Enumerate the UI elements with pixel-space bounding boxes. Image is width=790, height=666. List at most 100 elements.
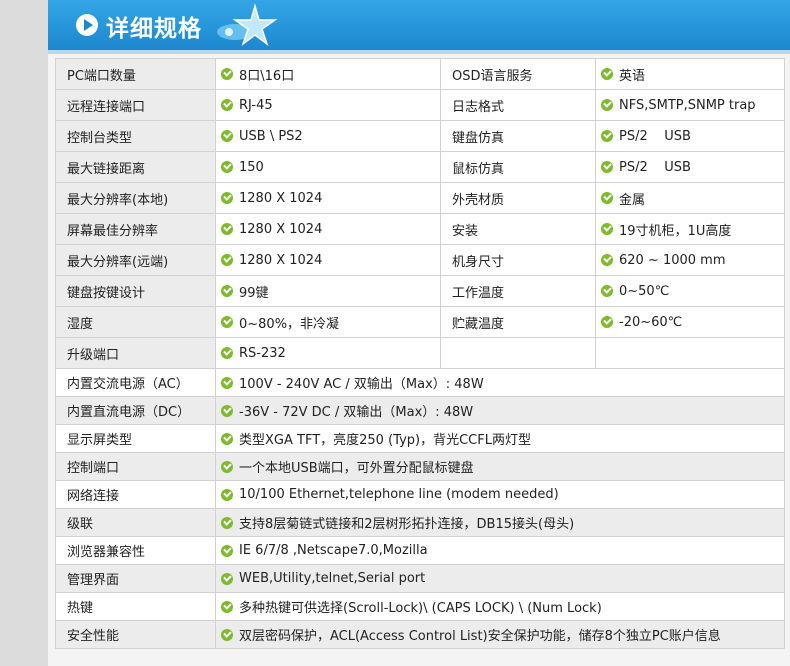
- column-divider: [55, 453, 56, 480]
- spec-label: 显示屏类型: [55, 425, 215, 452]
- table-row: 网络连接 10/100 Ethernet,telephone line (mode…: [55, 481, 785, 509]
- column-divider: [215, 453, 216, 480]
- spec-value-text: 0~50℃: [619, 283, 670, 299]
- spec-value: -36V - 72V DC / 双输出（Max）: 48W: [215, 397, 785, 424]
- column-divider: [784, 481, 785, 508]
- spec-value-text: USB \ PS2: [239, 128, 303, 144]
- spec-label: 级联: [55, 509, 215, 536]
- spec-table: PC端口数量 8口\16口 OSD语言服务 英语 远程连接端口 RJ-45 日志格式 NFS,…: [55, 58, 785, 649]
- spec-value-text: 0~80%，非冷凝: [239, 316, 340, 332]
- column-divider: [55, 593, 56, 620]
- column-divider: [784, 425, 785, 452]
- column-divider: [595, 90, 596, 120]
- spec-value: 1280 X 1024: [215, 245, 440, 275]
- spec-label: 控制台类型: [55, 121, 215, 151]
- column-divider: [595, 59, 596, 89]
- spec-label: 热键: [55, 593, 215, 620]
- spec-label: OSD语言服务: [440, 59, 595, 89]
- spec-value-text: 一个本地USB端口，可外置分配鼠标键盘: [239, 461, 474, 476]
- column-divider: [215, 59, 216, 89]
- spec-value-text: 1280 X 1024: [239, 252, 323, 268]
- spec-value: 英语: [595, 59, 785, 89]
- check-icon: [221, 347, 233, 359]
- spec-label: 工作温度: [440, 276, 595, 306]
- spec-value-text: 100V - 240V AC / 双输出（Max）: 48W: [239, 377, 484, 392]
- spec-value-text: -20~60℃: [619, 314, 683, 330]
- spec-value: 8口\16口: [215, 59, 440, 89]
- column-divider: [55, 537, 56, 564]
- spec-value-text: 99键: [239, 285, 269, 301]
- check-icon: [221, 488, 233, 501]
- column-divider: [55, 276, 56, 306]
- section-title: 详细规格: [106, 16, 202, 42]
- check-icon: [221, 460, 233, 473]
- column-divider: [55, 425, 56, 452]
- check-icon: [221, 432, 233, 445]
- spec-label-text: 最大分辨率(远端): [67, 254, 169, 270]
- table-row: 显示屏类型 类型XGA TFT，亮度250 (Typ)，背光CCFL两灯型: [55, 425, 785, 453]
- column-divider: [55, 509, 56, 536]
- column-divider: [440, 214, 441, 244]
- spec-label: 鼠标仿真: [440, 152, 595, 182]
- column-divider: [440, 245, 441, 275]
- spec-label-text: 最大分辨率(本地): [67, 192, 169, 208]
- spec-label: [440, 338, 595, 368]
- table-row: 浏览器兼容性 IE 6/7/8 ,Netscape7.0,Mozilla: [55, 537, 785, 565]
- check-icon: [601, 223, 613, 235]
- check-icon: [221, 192, 233, 204]
- table-row: 管理界面 WEB,Utility,telnet,Serial port: [55, 565, 785, 593]
- spec-value: 150: [215, 152, 440, 182]
- check-icon: [221, 516, 233, 529]
- column-divider: [215, 152, 216, 182]
- table-row: 升级端口 RS-232: [55, 338, 785, 369]
- table-row: PC端口数量 8口\16口 OSD语言服务 英语: [55, 59, 785, 90]
- spec-value-text: 英语: [619, 68, 646, 84]
- table-row: 最大分辨率(本地) 1280 X 1024 外壳材质 金属: [55, 183, 785, 214]
- spec-label-text: 鼠标仿真: [452, 161, 505, 177]
- spec-label-text: 贮藏温度: [452, 316, 505, 332]
- column-divider: [215, 245, 216, 275]
- spec-value-text: 8口\16口: [239, 68, 295, 84]
- spec-label-text: 键盘按键设计: [67, 285, 146, 301]
- spec-value-text: WEB,Utility,telnet,Serial port: [239, 571, 426, 586]
- spec-value: 多种热键可供选择(Scroll-Lock)\ (CAPS LOCK) \ (Nu…: [215, 593, 785, 620]
- column-divider: [595, 121, 596, 151]
- table-row: 热键 多种热键可供选择(Scroll-Lock)\ (CAPS LOCK) \ (…: [55, 593, 785, 621]
- spec-label-text: 工作温度: [452, 285, 505, 301]
- spec-value: 620 ~ 1000 mm: [595, 245, 785, 275]
- table-row: 最大链接距离 150 鼠标仿真 PS/2 USB: [55, 152, 785, 183]
- spec-value: 类型XGA TFT，亮度250 (Typ)，背光CCFL两灯型: [215, 425, 785, 452]
- spec-label-text: 屏幕最佳分辨率: [67, 223, 159, 239]
- spec-label-text: 湿度: [67, 316, 94, 332]
- spec-label: 浏览器兼容性: [55, 537, 215, 564]
- column-divider: [784, 565, 785, 592]
- spec-label: 远程连接端口: [55, 90, 215, 120]
- check-icon: [601, 254, 613, 266]
- spec-label: 键盘按键设计: [55, 276, 215, 306]
- section-header: 详细规格: [48, 0, 790, 50]
- table-row: 键盘按键设计 99键 工作温度 0~50℃: [55, 276, 785, 307]
- spec-value: 100V - 240V AC / 双输出（Max）: 48W: [215, 369, 785, 396]
- spec-label: 安全性能: [55, 621, 215, 648]
- column-divider: [55, 245, 56, 275]
- spec-label: 最大链接距离: [55, 152, 215, 182]
- table-row: 级联 支持8层菊链式链接和2层树形拓扑连接，DB15接头(母头): [55, 509, 785, 537]
- spec-label: 内置直流电源（DC）: [55, 397, 215, 424]
- column-divider: [215, 593, 216, 620]
- spec-label-text: 内置直流电源（DC）: [67, 405, 191, 420]
- column-divider: [440, 121, 441, 151]
- spec-label: 管理界面: [55, 565, 215, 592]
- spec-value: WEB,Utility,telnet,Serial port: [215, 565, 785, 592]
- check-icon: [221, 376, 233, 389]
- table-row: 内置交流电源（AC） 100V - 240V AC / 双输出（Max）: 48W: [55, 369, 785, 397]
- table-row: 湿度 0~80%，非冷凝 贮藏温度 -20~60℃: [55, 307, 785, 338]
- column-divider: [215, 121, 216, 151]
- spec-label: 机身尺寸: [440, 245, 595, 275]
- spec-label: 湿度: [55, 307, 215, 337]
- spec-label-text: 安全性能: [67, 629, 120, 644]
- spec-value: IE 6/7/8 ,Netscape7.0,Mozilla: [215, 537, 785, 564]
- check-icon: [601, 316, 613, 328]
- column-divider: [55, 338, 56, 368]
- spec-label: 键盘仿真: [440, 121, 595, 151]
- spec-value-text: IE 6/7/8 ,Netscape7.0,Mozilla: [239, 543, 428, 558]
